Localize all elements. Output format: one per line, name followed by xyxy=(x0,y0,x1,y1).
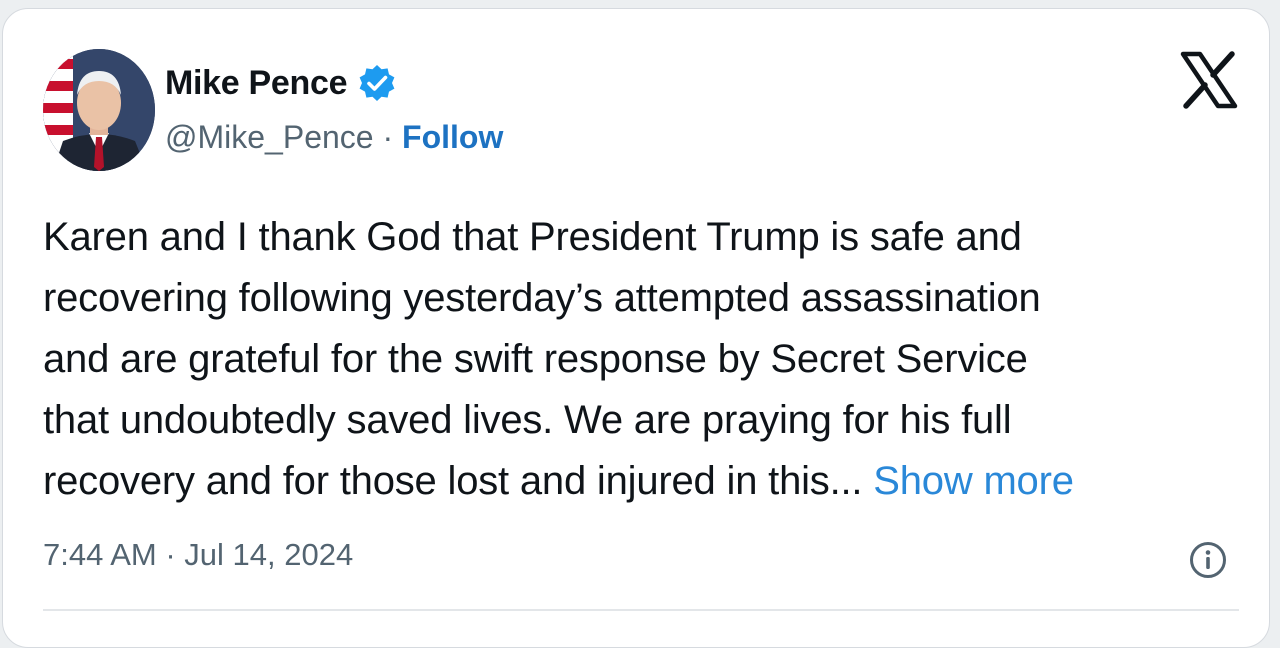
show-more-link[interactable]: Show more xyxy=(873,459,1074,503)
tweet-card: Mike Pence @Mike_Pence · Follow Karen an… xyxy=(2,8,1270,648)
tweet-line: Karen and I thank God that President Tru… xyxy=(43,215,1022,259)
tweet-line-last: recovery and for those lost and injured … xyxy=(43,451,1253,512)
verified-badge-icon xyxy=(359,65,395,101)
handle-row: @Mike_Pence · Follow xyxy=(165,119,503,156)
timestamp[interactable]: 7:44 AM · Jul 14, 2024 xyxy=(43,537,353,573)
follow-button[interactable]: Follow xyxy=(402,119,503,155)
author-name-row: Mike Pence xyxy=(165,63,397,103)
tweet-line: recovering following yesterday’s attempt… xyxy=(43,276,1041,320)
x-logo-icon[interactable] xyxy=(1179,51,1239,109)
divider xyxy=(43,609,1239,611)
handle[interactable]: @Mike_Pence xyxy=(165,119,374,155)
tweet-line: that undoubtedly saved lives. We are pra… xyxy=(43,398,1012,442)
separator-dot: · xyxy=(373,119,403,155)
tweet-text: Karen and I thank God that President Tru… xyxy=(43,207,1253,512)
tweet-line: and are grateful for the swift response … xyxy=(43,337,1028,381)
info-icon[interactable] xyxy=(1189,541,1227,579)
display-name[interactable]: Mike Pence xyxy=(165,64,348,103)
tweet-line-text: recovery and for those lost and injured … xyxy=(43,459,863,503)
avatar[interactable] xyxy=(43,49,155,171)
